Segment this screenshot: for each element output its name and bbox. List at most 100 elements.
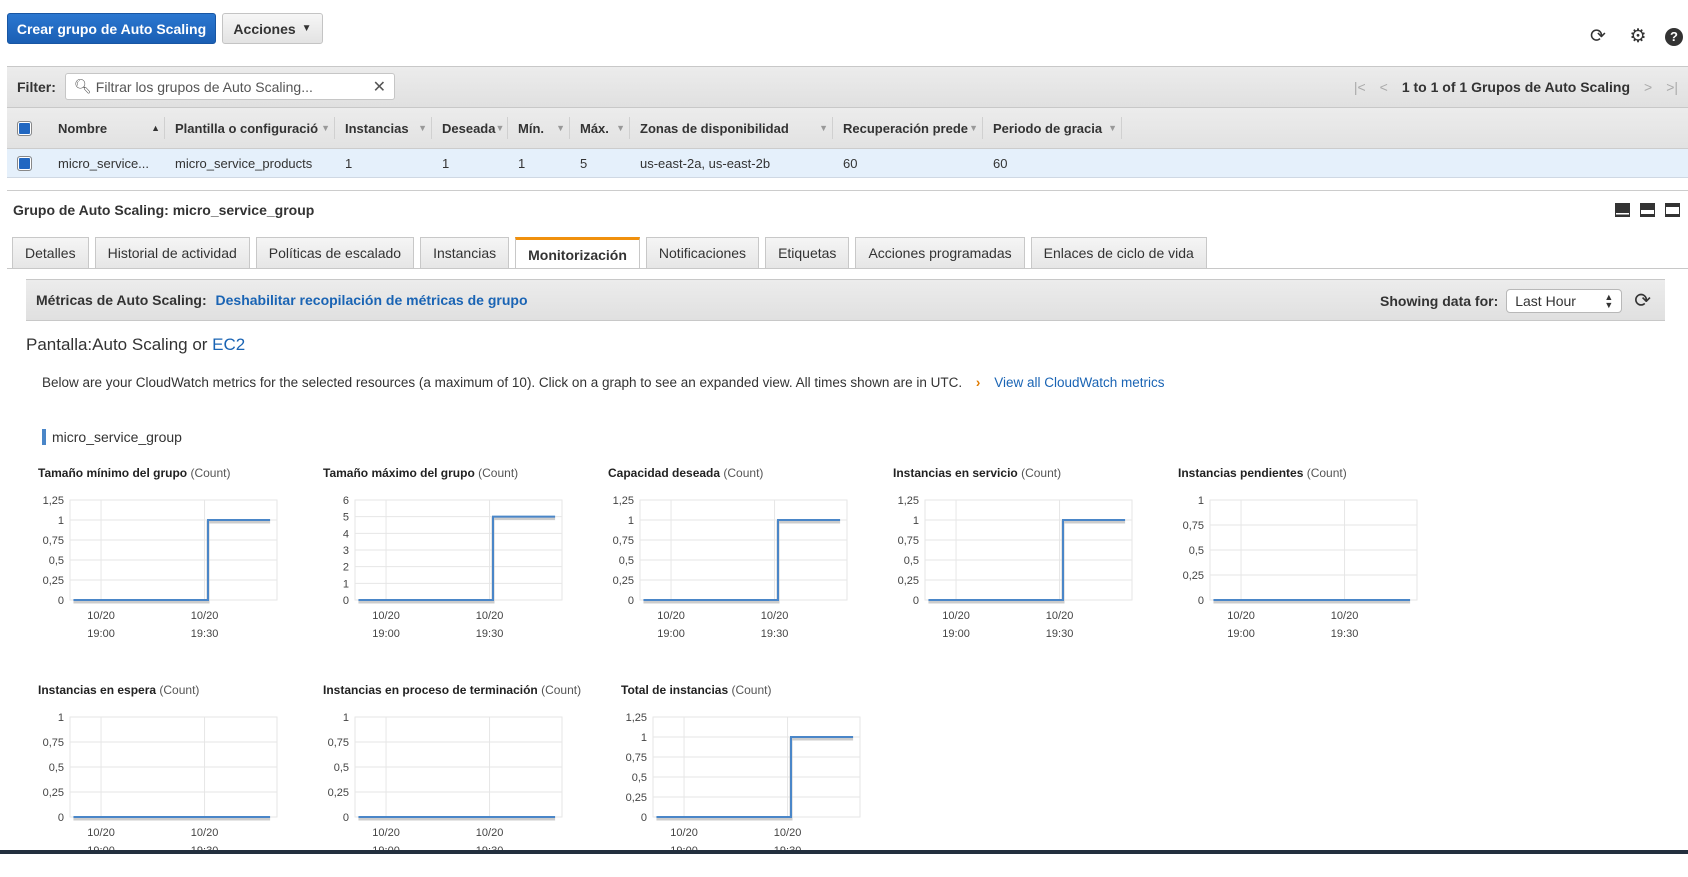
disable-metrics-link[interactable]: Deshabilitar recopilación de métricas de…: [216, 292, 528, 308]
layout-bottom-icon[interactable]: [1615, 203, 1630, 217]
first-page-icon[interactable]: |<: [1354, 79, 1366, 95]
chart-plot: 0 1 2 3 4 5 6 10/20 19:00 10/20 19:30: [343, 495, 563, 640]
y-tick-label: 0,75: [898, 535, 919, 547]
tab-monitoring[interactable]: Monitorización: [515, 237, 640, 269]
metric-chart[interactable]: Instancias en servicio (Count) 0 0,25 0,5 0,…: [893, 466, 1178, 656]
ec2-link[interactable]: EC2: [212, 335, 245, 354]
metric-chart[interactable]: Tamaño mínimo del grupo (Count) 0 0,25 0,5 0…: [38, 466, 323, 656]
layout-split-icon[interactable]: [1640, 203, 1655, 217]
y-tick-label: 0,5: [619, 555, 634, 567]
y-tick-label: 0,5: [904, 555, 919, 567]
sort-icon: ▼: [556, 123, 565, 133]
resize-handle[interactable]: [7, 190, 1688, 191]
time-range-select[interactable]: Last Hour ▲ ▼: [1506, 288, 1623, 313]
column-header[interactable]: Máx. ▼: [570, 117, 630, 139]
column-header[interactable]: Mín. ▼: [508, 117, 570, 139]
y-tick-label: 1: [58, 712, 64, 724]
sort-icon: ▼: [819, 123, 828, 133]
metrics-bar: Métricas de Auto Scaling: Deshabilitar r…: [26, 279, 1665, 321]
y-tick-label: 0,25: [898, 575, 919, 587]
x-tick-label: 10/20: [476, 610, 504, 622]
x-tick-label: 10/20: [1046, 610, 1074, 622]
x-tick-label: 10/20: [657, 610, 685, 622]
display-selector: Pantalla:Auto Scaling or EC2: [26, 335, 246, 354]
y-tick-label: 0: [1198, 595, 1204, 607]
tab-divider: [7, 268, 1688, 269]
column-header[interactable]: Periodo de gracia ▼: [983, 117, 1122, 139]
column-header[interactable]: Instancias ▼: [335, 117, 432, 139]
y-tick-label: 1,25: [626, 712, 647, 724]
cell-cooldown: 60: [843, 155, 858, 171]
chart-title: Instancias pendientes (Count): [1178, 466, 1347, 480]
tab-scaling-policies[interactable]: Políticas de escalado: [255, 237, 415, 268]
chart-plot: 0 0,25 0,5 0,75 1 10/20 19:00 10/20 19:30: [1183, 495, 1418, 640]
prev-page-icon[interactable]: <: [1380, 79, 1388, 95]
showing-data-label: Showing data for:: [1380, 292, 1499, 309]
y-tick-label: 0: [641, 812, 647, 824]
y-tick-label: 0: [58, 812, 64, 824]
create-auto-scaling-group-button[interactable]: Crear grupo de Auto Scaling: [7, 13, 216, 44]
column-header[interactable]: Recuperación prede ▼: [833, 117, 983, 139]
x-tick-label: 10/20: [1227, 610, 1255, 622]
y-tick-label: 0,25: [1183, 570, 1204, 582]
last-page-icon[interactable]: >|: [1666, 79, 1678, 95]
y-tick-label: 1,25: [613, 495, 634, 507]
x-tick-label: 10/20: [476, 827, 504, 839]
tab-lifecycle-hooks[interactable]: Enlaces de ciclo de vida: [1030, 237, 1207, 268]
table-row[interactable]: micro_service... micro_service_products …: [7, 149, 1688, 178]
refresh-metrics-icon[interactable]: ⟳: [1634, 288, 1651, 313]
metric-chart[interactable]: Instancias pendientes (Count) 0 0,25 0,5 0,7…: [1178, 466, 1463, 656]
gear-icon[interactable]: ⚙: [1627, 26, 1649, 48]
y-tick-label: 0,25: [613, 575, 634, 587]
refresh-icon[interactable]: ⟳: [1587, 26, 1609, 48]
view-all-cloudwatch-link[interactable]: View all CloudWatch metrics: [994, 375, 1164, 390]
next-page-icon[interactable]: >: [1644, 79, 1652, 95]
y-tick-label: 1: [641, 732, 647, 744]
chevron-right-icon: ›: [975, 375, 981, 390]
y-tick-label: 0,75: [328, 737, 349, 749]
tab-details[interactable]: Detalles: [12, 237, 89, 268]
x-tick-label: 10/20: [670, 827, 698, 839]
cell-grace-period: 60: [993, 155, 1008, 171]
x-tick-label: 10/20: [774, 827, 802, 839]
y-tick-label: 3: [343, 545, 349, 557]
metric-chart[interactable]: Total de instancias (Count) 0 0,25 0,5 0,75 1…: [621, 683, 906, 873]
help-icon[interactable]: ?: [1665, 28, 1683, 46]
y-tick-label: 1,25: [898, 495, 919, 507]
metrics-description: Below are your CloudWatch metrics for th…: [42, 375, 1165, 390]
column-header[interactable]: Plantilla o configuració ▼: [165, 117, 335, 139]
column-header[interactable]: Nombre ▲: [48, 117, 165, 139]
sort-icon: ▼: [616, 123, 625, 133]
select-all-checkbox[interactable]: [7, 117, 48, 139]
chart-title: Instancias en espera (Count): [38, 683, 200, 697]
row-checkbox[interactable]: [7, 149, 48, 177]
tab-activity-history[interactable]: Historial de actividad: [94, 237, 250, 268]
y-tick-label: 0,75: [613, 535, 634, 547]
tab-notifications[interactable]: Notificaciones: [645, 237, 760, 268]
clear-icon[interactable]: ✕: [373, 77, 386, 97]
y-tick-label: 0: [343, 812, 349, 824]
chart-title: Instancias en servicio (Count): [893, 466, 1062, 480]
column-header[interactable]: Deseada ▼: [432, 117, 508, 139]
column-header[interactable]: Zonas de disponibilidad ▼: [630, 117, 833, 139]
sort-icon: ▼: [1108, 123, 1117, 133]
cell-zones: us-east-2a, us-east-2b: [640, 155, 771, 171]
metric-chart[interactable]: Capacidad deseada (Count) 0 0,25 0,5 0,75 1 1,…: [608, 466, 893, 656]
filter-placeholder: Filtrar los grupos de Auto Scaling...: [95, 78, 313, 95]
y-tick-label: 0: [58, 595, 64, 607]
filter-input[interactable]: 🔍︎ Filtrar los grupos de Auto Scaling...…: [65, 73, 395, 100]
actions-dropdown[interactable]: Acciones ▼: [222, 13, 323, 44]
layout-top-icon[interactable]: [1665, 203, 1680, 217]
tab-instances[interactable]: Instancias: [420, 237, 510, 268]
sort-icon: ▼: [418, 123, 427, 133]
metric-chart[interactable]: Instancias en proceso de terminación (Co…: [323, 683, 608, 873]
metric-chart[interactable]: Tamaño máximo del grupo (Count) 0 1 2 3 4 5 6 10…: [323, 466, 608, 656]
pagination: |< < 1 to 1 of 1 Grupos de Auto Scaling …: [1354, 79, 1678, 95]
cell-max: 5: [580, 155, 588, 171]
tab-tags[interactable]: Etiquetas: [765, 237, 850, 268]
metric-chart[interactable]: Instancias en espera (Count) 0 0,25 0,5 0,75…: [38, 683, 323, 873]
tab-scheduled-actions[interactable]: Acciones programadas: [855, 237, 1025, 268]
filter-label: Filter:: [17, 79, 56, 95]
y-tick-label: 2: [343, 562, 349, 574]
y-tick-label: 0,5: [1189, 545, 1204, 557]
